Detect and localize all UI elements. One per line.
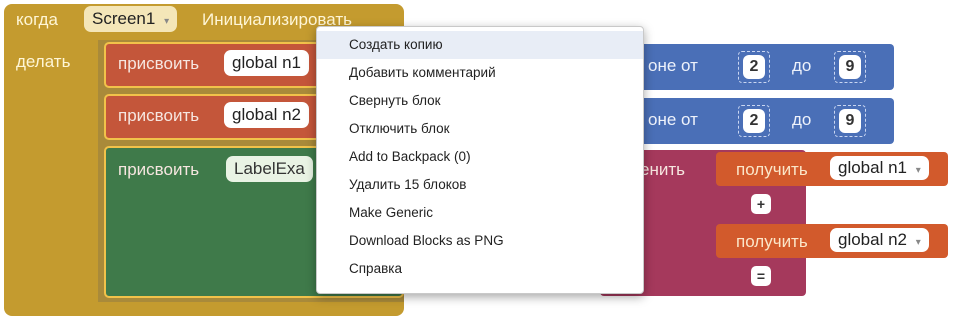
- menu-item-disable-block[interactable]: Отключить блок: [317, 115, 643, 143]
- event-when-label: когда: [16, 10, 58, 29]
- menu-item-download-png[interactable]: Download Blocks as PNG: [317, 227, 643, 255]
- text-plus-block[interactable]: +: [751, 194, 771, 214]
- variable-name: global n1: [838, 158, 908, 177]
- event-do-label: делать: [16, 52, 71, 71]
- menu-item-delete-blocks[interactable]: Удалить 15 блоков: [317, 171, 643, 199]
- set-label: присвоить: [118, 54, 200, 73]
- variable-name: global n1: [232, 53, 302, 72]
- component-dropdown-screen1[interactable]: Screen1 ▾: [84, 6, 178, 32]
- component-name: Screen1: [92, 9, 156, 28]
- variable-dropdown-global-n2[interactable]: global n2 ▾: [830, 228, 929, 252]
- number-from[interactable]: 2: [743, 109, 765, 133]
- variable-name: global n2: [232, 105, 302, 124]
- get-label: получить: [736, 160, 808, 179]
- random-from-label: оне от: [648, 110, 698, 129]
- random-to-label: до: [792, 110, 812, 129]
- text-equals-block[interactable]: =: [751, 266, 771, 286]
- variable-name: global n2: [838, 230, 908, 249]
- chevron-down-icon: ▾: [164, 16, 170, 27]
- variable-dropdown-global-n1[interactable]: global n1 ▾: [830, 156, 929, 180]
- context-menu: Создать копию Добавить комментарий Сверн…: [316, 26, 644, 294]
- menu-item-add-to-backpack[interactable]: Add to Backpack (0): [317, 143, 643, 171]
- chevron-down-icon: ▾: [915, 165, 921, 176]
- component-dropdown-label[interactable]: LabelExa: [226, 156, 313, 182]
- join-label: енить: [640, 160, 685, 179]
- number-to[interactable]: 9: [839, 109, 861, 133]
- set-label: присвоить: [118, 160, 200, 179]
- menu-item-collapse-block[interactable]: Свернуть блок: [317, 87, 643, 115]
- component-name: LabelExa: [234, 159, 305, 178]
- menu-item-make-generic[interactable]: Make Generic: [317, 199, 643, 227]
- get-label: получить: [736, 232, 808, 251]
- variable-dropdown-global-n2[interactable]: global n2: [224, 102, 310, 128]
- chevron-down-icon: ▾: [915, 237, 921, 248]
- variable-dropdown-global-n1[interactable]: global n1: [224, 50, 310, 76]
- random-from-label: оне от: [648, 56, 698, 75]
- menu-item-add-comment[interactable]: Добавить комментарий: [317, 59, 643, 87]
- menu-item-duplicate[interactable]: Создать копию: [317, 31, 643, 59]
- number-from[interactable]: 2: [743, 55, 765, 79]
- random-to-label: до: [792, 56, 812, 75]
- number-to[interactable]: 9: [839, 55, 861, 79]
- menu-item-help[interactable]: Справка: [317, 255, 643, 283]
- set-label: присвоить: [118, 106, 200, 125]
